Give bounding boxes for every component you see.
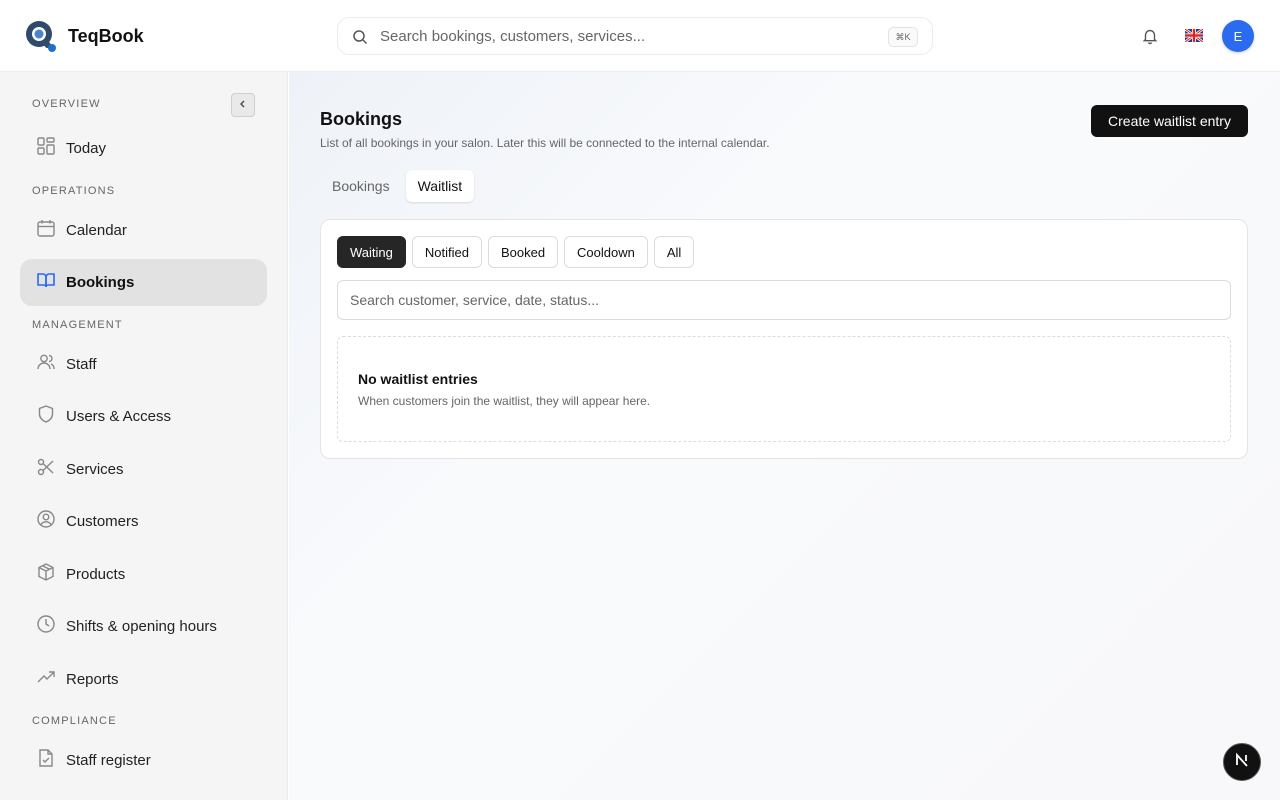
page-subtitle: List of all bookings in your salon. Late…: [320, 136, 770, 150]
sidebar-item-staff[interactable]: Staff: [20, 341, 267, 388]
sidebar-item-label: Reports: [66, 671, 119, 688]
sidebar-item-calendar[interactable]: Calendar: [20, 207, 267, 254]
global-search-input[interactable]: Search bookings, customers, services... …: [337, 17, 933, 55]
filter-waiting[interactable]: Waiting: [337, 236, 406, 268]
file-check-icon: [36, 748, 56, 773]
empty-state-title: No waitlist entries: [358, 371, 478, 387]
filter-notified[interactable]: Notified: [411, 236, 482, 268]
sidebar-item-customers[interactable]: Customers: [20, 498, 267, 545]
sidebar-item-services[interactable]: Services: [20, 446, 267, 493]
sidebar-item-users-access[interactable]: Users & Access: [20, 393, 267, 440]
sidebar-item-reports[interactable]: Reports: [20, 656, 267, 703]
logo-icon: [24, 19, 58, 53]
sidebar-item-label: Calendar: [66, 222, 127, 239]
waitlist-card: Waiting Notified Booked Cooldown All Sea…: [320, 219, 1248, 459]
create-waitlist-entry-button[interactable]: Create waitlist entry: [1091, 105, 1248, 137]
sidebar-item-label: Services: [66, 461, 124, 478]
app-logo[interactable]: TeqBook: [24, 19, 144, 53]
tab-waitlist[interactable]: Waitlist: [405, 170, 475, 202]
sidebar-item-label: Users & Access: [66, 408, 172, 425]
shortcut-badge: ⌘K: [888, 27, 918, 47]
empty-state: No waitlist entries When customers join …: [337, 336, 1231, 442]
section-label-management: MANAGEMENT: [32, 319, 123, 331]
nextjs-devtools-button[interactable]: [1223, 743, 1261, 781]
empty-state-subtitle: When customers join the waitlist, they w…: [358, 394, 651, 408]
package-icon: [36, 562, 56, 587]
sidebar: OVERVIEW Today OPERATIONS Calendar Booki…: [0, 72, 288, 800]
sidebar-item-label: Today: [66, 140, 107, 157]
calendar-icon: [36, 218, 56, 243]
waitlist-search-placeholder: Search customer, service, date, status..…: [350, 292, 599, 308]
user-avatar[interactable]: E: [1222, 20, 1254, 52]
global-search-placeholder: Search bookings, customers, services...: [380, 28, 646, 45]
sidebar-item-label: Staff: [66, 356, 97, 373]
collapse-sidebar-button[interactable]: [231, 93, 255, 117]
sidebar-item-label: Customers: [66, 513, 139, 530]
filter-all[interactable]: All: [653, 236, 695, 268]
status-filters: Waiting Notified Booked Cooldown All: [337, 236, 700, 268]
shield-icon: [36, 404, 56, 429]
sidebar-item-today[interactable]: Today: [20, 125, 267, 172]
sidebar-item-label: Products: [66, 566, 126, 583]
clock-icon: [36, 614, 56, 639]
sidebar-item-staff-register[interactable]: Staff register: [20, 737, 267, 784]
users-icon: [36, 352, 56, 377]
search-icon: [352, 29, 368, 45]
sidebar-item-label: Shifts & opening hours: [66, 618, 217, 635]
chevron-left-icon: [238, 96, 248, 114]
user-circle-icon: [36, 509, 56, 534]
page-title: Bookings: [320, 109, 403, 129]
main-content: Bookings List of all bookings in your sa…: [289, 72, 1280, 800]
waitlist-search-input[interactable]: Search customer, service, date, status..…: [337, 280, 1231, 320]
uk-flag-icon[interactable]: [1184, 27, 1204, 44]
section-label-operations: OPERATIONS: [32, 185, 116, 197]
sidebar-item-label: Bookings: [66, 274, 135, 291]
book-open-icon: [36, 270, 56, 295]
bell-icon[interactable]: [1141, 27, 1159, 45]
sidebar-item-label: Staff register: [66, 752, 151, 769]
filter-booked[interactable]: Booked: [487, 236, 559, 268]
top-header: TeqBook Search bookings, customers, serv…: [0, 0, 1280, 72]
app-name: TeqBook: [68, 25, 144, 46]
filter-cooldown[interactable]: Cooldown: [564, 236, 648, 268]
trending-up-icon: [36, 667, 56, 692]
sidebar-item-bookings[interactable]: Bookings: [20, 259, 267, 306]
tab-bookings[interactable]: Bookings: [320, 170, 402, 202]
nextjs-logo-icon: [1233, 751, 1251, 774]
sidebar-item-shifts[interactable]: Shifts & opening hours: [20, 603, 267, 650]
scissors-icon: [36, 457, 56, 482]
sidebar-item-products[interactable]: Products: [20, 551, 267, 598]
section-label-compliance: COMPLIANCE: [32, 715, 117, 727]
view-tabs: Bookings Waitlist: [320, 169, 478, 203]
dashboard-icon: [36, 136, 56, 161]
section-label-overview: OVERVIEW: [32, 98, 101, 110]
